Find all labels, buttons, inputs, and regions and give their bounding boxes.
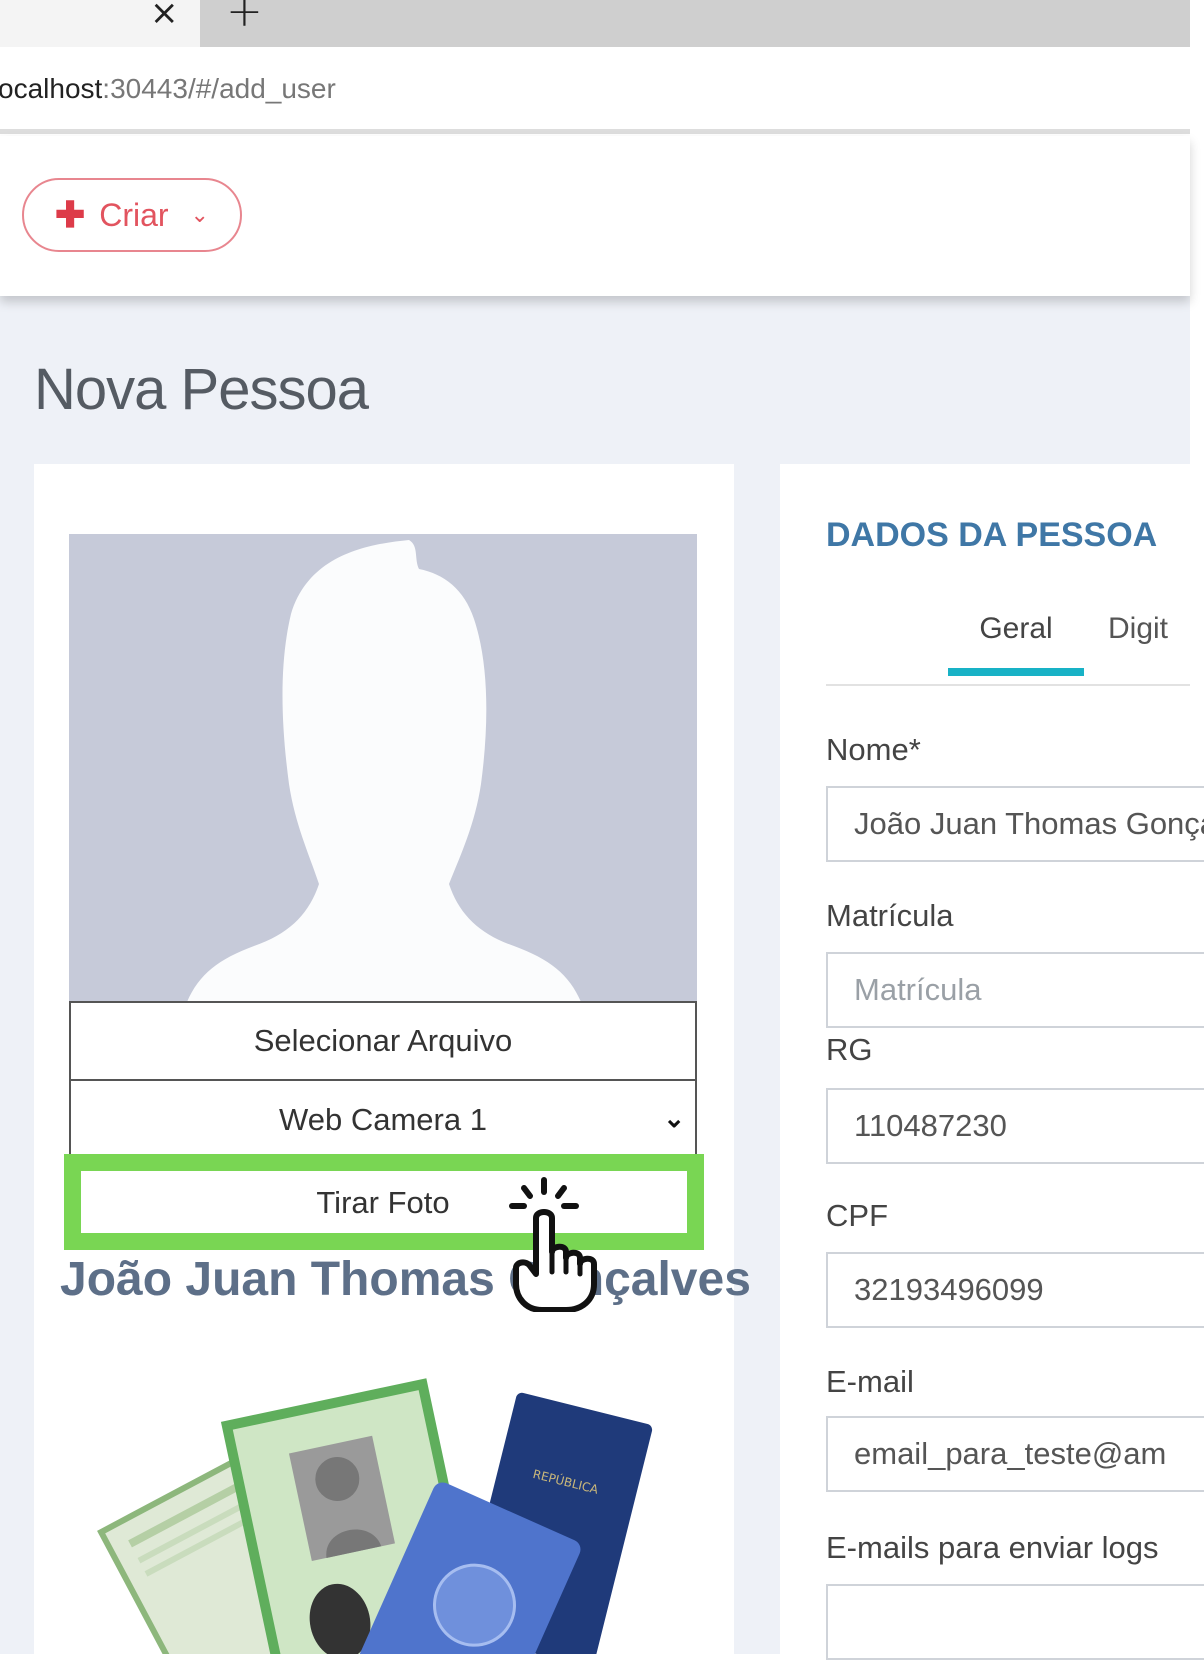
create-button-label: Criar: [99, 196, 169, 233]
tabs-bar: Geral Digit: [826, 604, 1190, 686]
browser-tabstrip: × +: [0, 0, 1190, 47]
email-field[interactable]: [826, 1416, 1204, 1492]
tab-digit[interactable]: Digit: [1108, 612, 1168, 646]
matricula-label: Matrícula: [826, 898, 954, 933]
id-documents-illustration: REPÚBLICA: [97, 1378, 653, 1654]
matricula-field[interactable]: [826, 952, 1204, 1028]
chevron-down-icon: ⌄: [663, 1103, 685, 1133]
page-title: Nova Pessoa: [34, 357, 369, 422]
rg-field[interactable]: [826, 1088, 1204, 1164]
camera-select[interactable]: Web Camera 1 ⌄: [69, 1081, 697, 1161]
nome-label: Nome*: [826, 732, 921, 767]
log-emails-label: E-mails para enviar logs: [826, 1530, 1159, 1565]
person-name-heading: João Juan Thomas Gonçalves: [60, 1253, 751, 1306]
create-button[interactable]: ✚ Criar ⌄: [22, 178, 242, 252]
profile-photo-placeholder: [69, 534, 697, 1002]
url-path: :30443/#/add_user: [102, 73, 336, 104]
nome-field[interactable]: [826, 786, 1204, 862]
active-tab-indicator: [948, 668, 1084, 676]
photo-card: Selecionar Arquivo Web Camera 1 ⌄ Tirar …: [34, 464, 751, 1654]
main-content: Nova Pessoa Selecionar Arquivo Web Camer…: [0, 296, 1204, 1660]
cpf-label: CPF: [826, 1198, 888, 1233]
plus-icon: ✚: [55, 194, 86, 235]
camera-select-value: Web Camera 1: [279, 1102, 487, 1137]
tab-geral[interactable]: Geral: [948, 612, 1084, 646]
select-file-button[interactable]: Selecionar Arquivo: [69, 1001, 697, 1081]
new-tab-button[interactable]: +: [226, 0, 263, 34]
section-title: DADOS DA PESSOA: [826, 516, 1158, 554]
rg-label: RG: [826, 1032, 873, 1067]
cpf-field[interactable]: [826, 1252, 1204, 1328]
silhouette-icon: [187, 540, 581, 1002]
click-hand-icon: [509, 1177, 597, 1312]
app-header: ✚ Criar ⌄: [0, 136, 1190, 296]
address-bar[interactable]: ocalhost:30443/#/add_user: [0, 47, 1190, 134]
log-emails-field[interactable]: [826, 1584, 1204, 1660]
close-icon[interactable]: ×: [150, 0, 179, 30]
browser-tab[interactable]: ×: [0, 0, 200, 47]
url-text[interactable]: ocalhost:30443/#/add_user: [0, 73, 336, 105]
person-data-card: DADOS DA PESSOA Geral Digit Nome* Matríc…: [780, 464, 1204, 1660]
chevron-down-icon: ⌄: [190, 202, 209, 227]
url-host: ocalhost: [0, 73, 103, 104]
email-label: E-mail: [826, 1364, 914, 1399]
